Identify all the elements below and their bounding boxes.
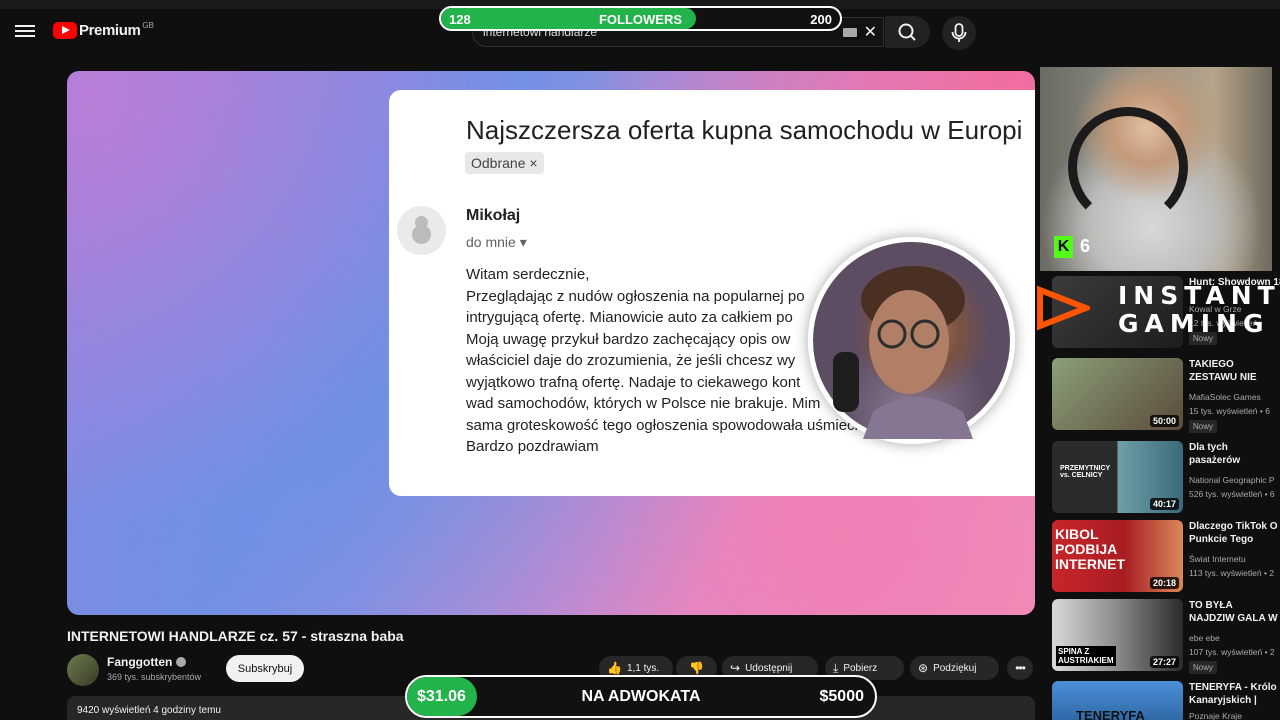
youtube-premium-logo[interactable]: Premium GB [53,21,154,39]
thumbnail-text: TENERYFA [1076,708,1145,720]
recommended-video[interactable]: KIBOL PODBIJA INTERNET 20:18 Dlaczego Ti… [1052,520,1280,594]
video-duration: 50:00 [1149,415,1179,427]
subscribe-button[interactable]: Subskrybuj [226,655,304,682]
thumbnail-text: PRZEMYTNICY vs. CELNICY [1060,465,1111,479]
thanks-label: Podziękuj [933,662,977,674]
recommended-title[interactable]: Dlaczego TikTok O Punkcie Tego KIBIC [1189,520,1280,546]
instant-gaming-overlay: INSTANT GAMING [1036,278,1280,344]
recommended-meta: 113 tys. wyświetleń • 2 [1189,568,1275,578]
recommended-meta: 107 tys. wyświetleń • 2 [1189,647,1275,657]
recommended-title[interactable]: Dla tych pasażerów skończyła się wielo [1189,441,1280,467]
recommended-video[interactable]: TENERYFA TENERYFA - Królo Kanaryjskich |… [1052,681,1280,720]
recommended-title[interactable]: TAKIEGO ZESTAWU NIE BYŁO! 😱 Naby [1189,358,1280,384]
sender-avatar [397,206,446,255]
recommended-channel[interactable]: National Geographic P [1189,475,1275,485]
clear-search-icon[interactable]: ✕ [864,22,877,42]
new-badge: Nowy [1189,661,1218,674]
instant-text: INSTANT [1118,281,1280,310]
download-icon: ⤓ [833,660,839,675]
recommended-video[interactable]: PRZEMYTNICY vs. CELNICY 40:17 Dla tych p… [1052,441,1280,515]
email-tag-label: Odbrane [471,155,526,171]
share-icon: ↪ [730,661,741,675]
recommended-title-text[interactable]: TAKIEGO ZESTAWU NIE BYŁO! 😱 Naby [1189,359,1263,384]
view-stats: 9420 wyświetleń 4 godziny temu [77,705,221,716]
recommended-channel[interactable]: Poznaje Kraje [1189,711,1242,720]
channel-name-text[interactable]: Fanggotten [107,655,172,669]
video-thumbnail[interactable]: PRZEMYTNICY vs. CELNICY 40:17 [1052,441,1183,513]
thanks-button[interactable]: ⊛ Podziękuj [910,656,999,680]
thumbnail-text: SPINA Z AUSTRIAKIEM [1056,646,1116,666]
view-count: 9420 wyświetleń [77,705,151,716]
email-recipient-label: do mnie [466,234,516,250]
channel-avatar[interactable] [67,654,99,686]
recommended-video[interactable]: 50:00 TAKIEGO ZESTAWU NIE BYŁO! 😱 Naby M… [1052,358,1280,433]
search-button[interactable] [885,16,930,48]
like-count: 1,1 tys. [626,662,660,674]
thumbs-up-icon: 👍 [607,661,622,675]
verified-icon [176,657,187,667]
email-tag: Odbrane × [465,152,544,174]
recommended-channel[interactable]: MafiaSolec Games [1189,392,1261,402]
recommended-meta: 526 tys. wyświetleń • 6 [1189,489,1275,499]
instant-gaming-logo-text: INSTANT GAMING [1118,282,1280,338]
recommended-video[interactable]: SPINA Z AUSTRIAKIEM 27:27 TO BYŁA NAJDZI… [1052,599,1280,674]
youtube-play-icon [53,22,77,39]
donation-goal-bar: $31.06 NA ADWOKATA $5000 [405,675,877,718]
followers-goal-bar: 128 FOLLOWERS 200 [439,6,842,31]
instant-gaming-logo-icon [1037,285,1090,331]
creator-webcam-circle [808,237,1015,444]
voice-search-button[interactable] [942,16,976,50]
video-title: INTERNETOWI HANDLARZE cz. 57 - straszna … [67,628,404,644]
microphone-icon [951,23,967,42]
recommended-meta: 15 tys. wyświetleń • 6 [1189,406,1270,416]
hamburger-menu-icon[interactable] [15,22,35,40]
video-duration: 27:27 [1149,656,1179,668]
video-duration: 40:17 [1149,498,1179,510]
region-code: GB [142,21,154,30]
video-thumbnail[interactable]: KIBOL PODBIJA INTERNET 20:18 [1052,520,1183,592]
recommended-channel[interactable]: ebe ebe [1189,633,1220,643]
followers-goal: 200 [810,12,832,27]
video-duration: 20:18 [1149,577,1179,589]
video-thumbnail[interactable]: SPINA Z AUSTRIAKIEM 27:27 [1052,599,1183,671]
keyboard-icon[interactable] [843,28,857,37]
email-line: Bardzo pozdrawiam [466,438,599,455]
channel-name[interactable]: Fanggotten [107,655,187,669]
streamer-webcam: K 6 [1040,67,1272,271]
thumbnail-text: KIBOL PODBIJA INTERNET [1055,526,1125,572]
donation-goal: $5000 [819,688,865,705]
thanks-icon: ⊛ [918,661,929,675]
new-badge: Nowy [1189,420,1218,433]
search-icon [898,23,916,41]
donation-label: NA ADWOKATA [581,688,701,705]
subscriber-count: 369 tys. subskrybentów [107,672,202,682]
recommended-title[interactable]: TO BYŁA NAJDZIW GALA W POLSCE [1189,599,1280,625]
email-subject: Najszczersza oferta kupna samochodu w Eu… [466,115,1023,145]
viewer-count: 6 [1080,236,1091,256]
video-thumbnail[interactable]: TENERYFA [1052,681,1183,720]
email-sender: Mikołaj [466,207,521,224]
premium-label: Premium [79,22,141,39]
recommended-title[interactable]: TENERYFA - Królo Kanaryjskich | Pona [1189,681,1280,707]
followers-label: FOLLOWERS [598,12,683,27]
headphones-shape [1068,107,1188,227]
download-label: Pobierz [843,662,878,674]
share-label: Udostępnij [745,662,793,674]
gaming-text: GAMING [1118,309,1270,338]
thumbs-down-icon: 👎 [689,661,704,675]
email-recipient: do mnie ▾ [466,234,527,250]
more-actions-icon[interactable]: ••• [1007,656,1033,680]
video-thumbnail[interactable]: 50:00 [1052,358,1183,430]
upload-time: 4 godziny temu [153,705,221,716]
recommended-channel[interactable]: Świat Internetu [1189,554,1246,564]
creator-face-illustration [833,266,973,439]
kick-logo-icon: K [1054,236,1073,258]
